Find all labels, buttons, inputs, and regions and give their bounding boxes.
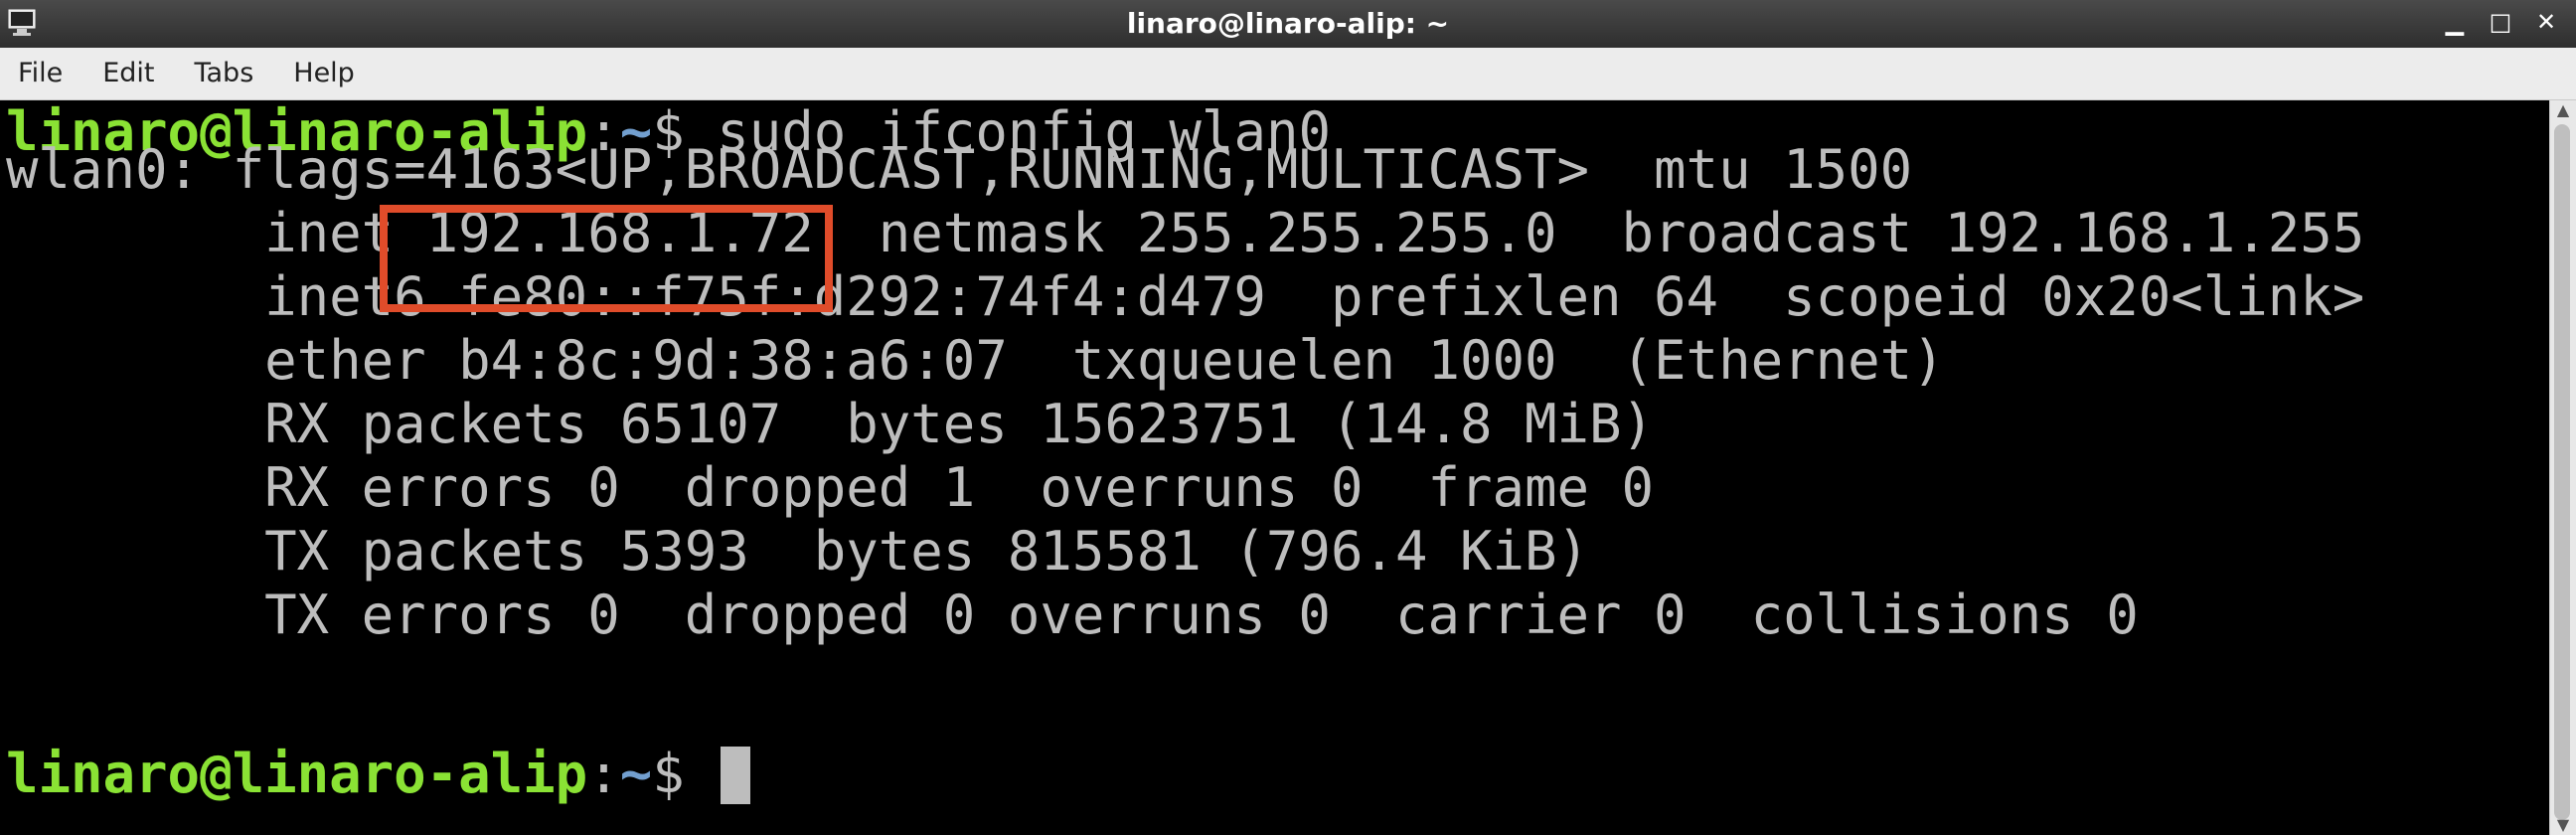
close-button[interactable]: ✕: [2534, 6, 2558, 38]
prompt-colon: :: [587, 743, 620, 805]
window-title: linaro@linaro-alip: ~: [1126, 7, 1450, 40]
scrollbar-thumb[interactable]: [2554, 124, 2570, 820]
text-cursor: [721, 747, 751, 804]
prompt-dollar: $: [652, 743, 718, 805]
output-line: TX packets 5393 bytes 815581 (796.4 KiB): [6, 520, 1590, 583]
menu-file[interactable]: File: [0, 48, 82, 99]
prompt-path: ~: [619, 743, 653, 805]
output-line: inet 192.168.1.72 netmask 255.255.255.0 …: [6, 202, 2365, 264]
minimize-button[interactable]: ▁: [2443, 6, 2467, 38]
maximize-button[interactable]: □: [2489, 6, 2512, 38]
terminal-window: linaro@linaro-alip: ~ ▁ □ ✕ File Edit Ta…: [0, 0, 2576, 835]
terminal-output[interactable]: linaro@linaro-alip:~$ sudo ifconfig wlan…: [0, 100, 2550, 835]
menu-help[interactable]: Help: [273, 48, 375, 99]
close-icon: ✕: [2535, 8, 2557, 36]
output-line: TX errors 0 dropped 0 overruns 0 carrier…: [6, 584, 2139, 646]
output-line: ether b4:8c:9d:38:a6:07 txqueuelen 1000 …: [6, 329, 1945, 392]
output-line: RX packets 65107 bytes 15623751 (14.8 Mi…: [6, 393, 1655, 455]
scroll-up-icon[interactable]: ▲: [2550, 100, 2576, 120]
output-line: inet6 fe80::f75f:d292:74f4:d479 prefixle…: [6, 265, 2365, 328]
vertical-scrollbar[interactable]: ▲ ▼: [2549, 100, 2576, 835]
scroll-down-icon[interactable]: ▼: [2550, 815, 2576, 835]
title-bar[interactable]: linaro@linaro-alip: ~ ▁ □ ✕: [0, 0, 2576, 48]
output-line: wlan0: flags=4163<UP,BROADCAST,RUNNING,M…: [6, 138, 1913, 201]
output-line: RX errors 0 dropped 1 overruns 0 frame 0: [6, 456, 1655, 519]
window-controls: ▁ □ ✕: [2443, 6, 2558, 38]
menu-tabs[interactable]: Tabs: [174, 48, 273, 99]
menu-edit[interactable]: Edit: [82, 48, 174, 99]
minimize-icon: ▁: [2445, 8, 2465, 36]
menu-bar: File Edit Tabs Help: [0, 48, 2576, 100]
prompt-user-host: linaro@linaro-alip: [6, 743, 588, 805]
active-prompt-line: linaro@linaro-alip:~$: [6, 743, 751, 806]
maximize-icon: □: [2489, 8, 2512, 36]
ip-address-highlight: [380, 205, 833, 312]
